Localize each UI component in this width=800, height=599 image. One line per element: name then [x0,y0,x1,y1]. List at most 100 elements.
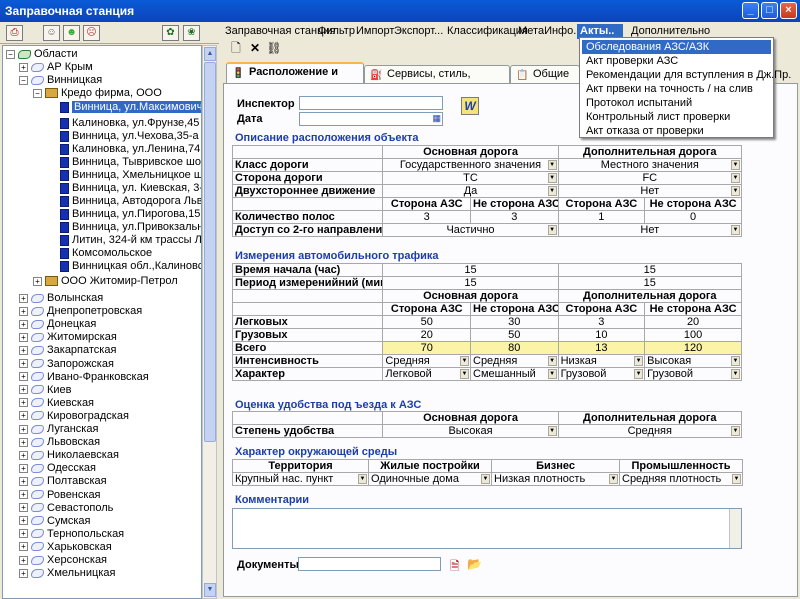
comments-textarea[interactable] [232,508,742,549]
user-delete-icon[interactable]: ☹ [83,25,100,41]
tree-node-station[interactable]: Винница, Автодорога Львов - [60,195,201,208]
tree-node-region[interactable]: + Ровенская [19,489,101,502]
menu-metainfo[interactable]: МетаИнфо... [515,24,585,39]
map-filter-icon[interactable]: ❀ [183,25,200,41]
character-select[interactable]: Смешанный ▼ [470,367,559,381]
trucks-cell[interactable]: 50 [470,328,559,342]
tree-node-station[interactable]: Калиновка, ул.Фрунзе,45 [60,117,199,130]
scroll-up-icon[interactable]: ▲ [204,47,216,61]
tree-node-region[interactable]: + Ивано-Франковская [19,371,149,384]
chevron-down-icon[interactable]: ▼ [731,356,740,366]
collapse-icon[interactable]: − [6,49,15,59]
tab-general[interactable]: 📋Общие да [510,65,580,83]
intensity-select[interactable]: Средняя ▼ [382,354,471,368]
map-icon[interactable]: ✿ [162,25,179,41]
chevron-down-icon[interactable]: ▼ [731,225,740,235]
acts-item[interactable]: Акт проверки АЗС [582,54,771,68]
period-add[interactable]: 15 [557,276,743,290]
expand-icon[interactable]: + [19,542,28,552]
chevron-down-icon[interactable]: ▼ [358,474,367,484]
tree-node-station[interactable]: Винница, ул.Привокзальная,3- [60,221,201,234]
convenience-add-select[interactable]: Средняя ▼ [557,424,743,438]
expand-icon[interactable]: + [19,62,28,72]
intensity-select[interactable]: Средняя ▼ [470,354,559,368]
chevron-down-icon[interactable]: ▼ [547,186,557,196]
delete-icon[interactable]: ✕ [247,40,263,56]
tree-node-root[interactable]: − Области [6,48,78,61]
chevron-down-icon[interactable]: ▼ [731,426,740,436]
chevron-down-icon[interactable]: ▼ [460,356,469,366]
tree-node-station[interactable]: Калиновка, ул.Ленина,74 [60,143,200,156]
tree-node-region[interactable]: + Николаевская [19,449,119,462]
lanes-cell[interactable]: 3 [382,210,471,224]
lanes-cell[interactable]: 0 [644,210,742,224]
acts-item[interactable]: Обследования АЗС/АЗК [582,40,771,54]
maximize-button[interactable]: □ [761,2,778,19]
tree-node-region[interactable]: + Кировоградская [19,410,129,423]
cars-cell[interactable]: 50 [382,315,471,329]
expand-icon[interactable]: + [19,385,28,395]
scroll-thumb[interactable] [204,62,216,442]
period-main[interactable]: 15 [382,276,559,290]
expand-icon[interactable]: + [19,398,28,408]
tree-node-region[interactable]: + Львовская [19,436,100,449]
chevron-down-icon[interactable]: ▼ [609,474,618,484]
expand-icon[interactable]: + [19,345,28,355]
trucks-cell[interactable]: 20 [382,328,471,342]
acts-item[interactable]: Рекомендации для вступления в Дж.Пр. [582,68,791,82]
expand-icon[interactable]: + [19,424,28,434]
industry-select[interactable]: Средняя плотность ▼ [619,472,743,486]
tree-node-firm[interactable]: + ООО Житомир-Петрол [33,275,178,288]
chevron-down-icon[interactable]: ▼ [547,225,557,235]
tree-node-region[interactable]: + Сумская [19,515,91,528]
territory-select[interactable]: Крупный нас. пункт ▼ [232,472,369,486]
tree-node-region[interactable]: + Одесская [19,462,96,475]
lanes-cell[interactable]: 1 [557,210,646,224]
acts-item[interactable]: Акт првеки на точность / на слив [582,82,771,96]
menu-filter[interactable]: Фильтр [315,24,358,39]
tree-node-region[interactable]: + Запорожская [19,358,114,371]
chevron-down-icon[interactable]: ▼ [731,369,740,379]
expand-icon[interactable]: + [19,359,28,369]
users-icon[interactable]: ☺ [43,25,60,41]
chevron-down-icon[interactable]: ▼ [481,474,490,484]
tree-node-station[interactable]: Винница, ул.Чехова,35-а [60,130,199,143]
tree-node-station[interactable]: Винница, Тывривское шоссе [60,156,201,169]
character-select[interactable]: Грузовой ▼ [557,367,646,381]
two-way-main-select[interactable]: Да ▼ [382,184,559,198]
expand-icon[interactable]: + [19,463,28,473]
intensity-select[interactable]: Низкая ▼ [557,354,646,368]
document-add-icon[interactable]: 🗎 [450,557,460,578]
chevron-down-icon[interactable]: ▼ [547,173,557,183]
expand-icon[interactable]: + [19,332,28,342]
two-way-add-select[interactable]: Нет ▼ [557,184,743,198]
cars-cell[interactable]: 3 [557,315,646,329]
menu-export[interactable]: Экспорт... [391,24,446,39]
road-class-add-select[interactable]: Местного значения ▼ [557,158,743,172]
start-time-add[interactable]: 15 [557,263,743,277]
expand-icon[interactable]: + [19,411,28,421]
word-icon[interactable]: W [461,97,479,115]
user-add-icon[interactable]: ☻ [63,25,80,41]
tree-node-region[interactable]: − Винницкая [19,74,102,87]
expand-icon[interactable]: + [19,555,28,565]
date-input[interactable]: ▦ [299,112,443,126]
character-select[interactable]: Грузовой ▼ [644,367,742,381]
tab-location-traffic[interactable]: 🚦Расположение и трафик [226,62,364,94]
housing-select[interactable]: Одиночные дома ▼ [368,472,492,486]
chevron-down-icon[interactable]: ▼ [731,173,740,183]
tree-node-region[interactable]: + Херсонская [19,554,107,567]
tree-node-station[interactable]: Винница, ул. Киевская, 3-а [60,182,201,195]
link-icon[interactable]: ⛓ [266,40,282,56]
tree-scrollbar[interactable]: ▲ ▼ [202,45,217,599]
documents-input[interactable] [298,557,441,571]
chevron-down-icon[interactable]: ▼ [634,356,644,366]
acts-item[interactable]: Контрольный лист проверки [582,110,771,124]
expand-icon[interactable]: + [19,372,28,382]
start-time-main[interactable]: 15 [382,263,559,277]
chevron-down-icon[interactable]: ▼ [731,186,740,196]
road-side-add-select[interactable]: FC ▼ [557,171,743,185]
tree-node-station[interactable]: Винницкая обл.,Калиновский р [60,260,201,273]
expand-icon[interactable]: + [19,476,28,486]
character-select[interactable]: Легковой ▼ [382,367,471,381]
